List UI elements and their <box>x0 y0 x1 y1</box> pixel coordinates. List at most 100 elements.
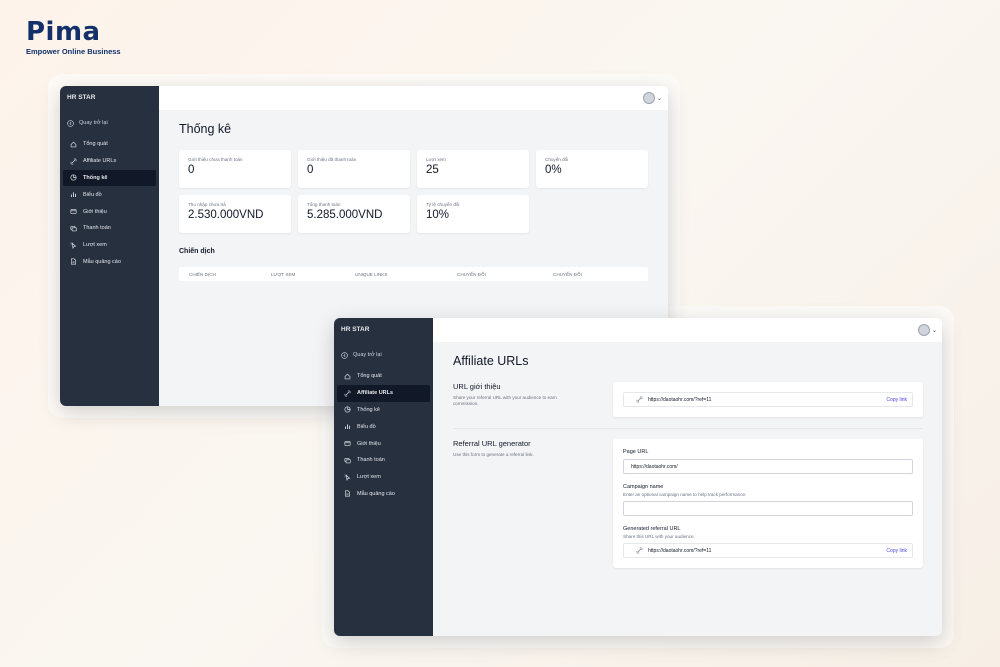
column-header[interactable]: LƯỢT XEM <box>271 272 355 277</box>
stat-card: Tổng thanh toán 5.285.000VND <box>298 195 410 233</box>
page-url-input[interactable]: https://daotaohr.com/ <box>623 459 913 474</box>
document-icon <box>70 258 77 265</box>
payment-icon <box>344 457 351 464</box>
back-arrow-icon <box>67 119 74 127</box>
sidebar-item-label: Lượt xem <box>357 474 381 481</box>
chevron-down-icon[interactable]: ⌄ <box>657 95 662 102</box>
back-link-label: Quay trở lại <box>353 352 382 358</box>
sidebar-item-ad-templates[interactable]: Mẫu quảng cáo <box>63 254 156 271</box>
campaign-title: Chiến dịch <box>179 248 215 255</box>
stat-value: 5.285.000VND <box>307 209 383 221</box>
link-icon <box>636 547 643 554</box>
user-avatar[interactable] <box>642 92 655 104</box>
sidebar-item-affiliate-urls[interactable]: Affiliate URLs <box>337 384 430 402</box>
page-url-label: Page URL <box>623 449 649 455</box>
back-link[interactable]: Quay trở lại <box>60 114 159 132</box>
sidebar-item-label: Giới thiệu <box>357 440 381 447</box>
stat-card: Giới thiệu chưa thanh toán 0 <box>179 150 291 188</box>
sidebar: HR STAR Quay trở lại Tổng quát Affiliate… <box>334 318 433 636</box>
stat-card: Lượt xem 25 <box>417 150 529 188</box>
sidebar-item-payments[interactable]: Thanh toán <box>337 452 430 469</box>
sidebar-item-label: Lượt xem <box>83 242 107 249</box>
chevron-down-icon[interactable]: ⌄ <box>932 327 937 334</box>
referral-url-section: URL giới thiệu Share your referral URL w… <box>453 382 923 417</box>
sidebar-brand: HR STAR <box>341 326 370 333</box>
column-header[interactable]: CHUYỂN ĐỔI <box>553 272 633 277</box>
sidebar-item-affiliate-urls[interactable]: Affiliate URLs <box>63 153 156 170</box>
column-header[interactable]: UNIQUE LINKS <box>355 272 457 277</box>
chart-pie-icon <box>344 406 351 413</box>
sidebar-item-referrals[interactable]: Giới thiệu <box>337 435 430 452</box>
back-link[interactable]: Quay trở lại <box>334 346 433 364</box>
column-header[interactable]: CHUYỂN ĐỔI <box>457 272 553 277</box>
pima-logo: Pima Empower Online Business <box>26 18 136 62</box>
payment-icon <box>70 225 77 232</box>
sidebar-item-label: Thanh toán <box>83 225 111 232</box>
referral-url-text: https://daotaohr.com/?ref=11 <box>648 396 712 403</box>
sidebar-item-overview[interactable]: Tổng quát <box>337 368 430 385</box>
cursor-icon <box>344 474 351 481</box>
sidebar-item-charts[interactable]: Biểu đồ <box>63 186 156 203</box>
stat-label: Chuyển đổi <box>545 157 569 162</box>
sidebar-item-label: Thống kê <box>357 406 380 413</box>
stat-value: 0% <box>545 164 562 176</box>
user-avatar[interactable] <box>917 324 930 336</box>
sidebar-nav: Tổng quát Affiliate URLs Thống kê Biểu đ… <box>334 368 433 502</box>
sidebar-item-overview[interactable]: Tổng quát <box>63 136 156 153</box>
generated-url-text: https://daotaohr.com/?ref=11 <box>648 547 712 554</box>
stat-label: Thu nhập chưa trả <box>188 202 226 207</box>
sidebar-item-payments[interactable]: Thanh toán <box>63 220 156 237</box>
stats-row: Thu nhập chưa trả 2.530.000VND Tổng thanh… <box>179 195 648 233</box>
sidebar-item-referrals[interactable]: Giới thiệu <box>63 203 156 220</box>
stat-value: 25 <box>426 164 439 176</box>
sidebar-item-label: Tổng quát <box>83 141 108 148</box>
section-title: Referral URL generator <box>453 439 531 448</box>
section-description: Share your referral URL with your audien… <box>453 395 557 406</box>
card-icon <box>70 208 77 215</box>
bar-chart-icon <box>70 191 77 198</box>
sidebar-item-charts[interactable]: Biểu đồ <box>337 418 430 435</box>
sidebar-item-label: Affiliate URLs <box>83 158 117 165</box>
campaign-name-input[interactable] <box>623 501 913 516</box>
stat-value: 0 <box>188 164 195 176</box>
generator-card: Page URL https://daotaohr.com/ Campaign … <box>613 439 923 568</box>
sidebar-item-ad-templates[interactable]: Mẫu quảng cáo <box>337 486 430 503</box>
stat-value: 2.530.000VND <box>188 209 264 221</box>
link-icon <box>636 396 643 403</box>
sidebar-item-statistics[interactable]: Thống kê <box>63 169 156 187</box>
copy-link-button[interactable]: Copy link <box>886 548 907 554</box>
section-intro: URL giới thiệu Share your referral URL w… <box>453 382 583 417</box>
link-icon <box>344 390 351 397</box>
sidebar-item-label: Giới thiệu <box>83 208 107 215</box>
page-title: Thống kê <box>179 122 232 136</box>
sidebar-item-views[interactable]: Lượt xem <box>337 469 430 486</box>
sidebar-item-label: Thanh toán <box>357 457 385 464</box>
cursor-icon <box>70 242 77 249</box>
copy-link-button[interactable]: Copy link <box>886 397 907 403</box>
sidebar-item-label: Mẫu quảng cáo <box>83 258 121 265</box>
sidebar-item-label: Biểu đồ <box>83 191 102 198</box>
back-link-label: Quay trở lại <box>79 120 108 126</box>
sidebar-brand: HR STAR <box>67 94 96 101</box>
section-intro: Referral URL generator Use this form to … <box>453 439 583 568</box>
affiliate-urls-window: HR STAR Quay trở lại Tổng quát Affiliate… <box>334 318 942 636</box>
sidebar-item-label: Thống kê <box>83 174 108 181</box>
logo-wordmark: Pima <box>26 17 101 47</box>
main-area: ⌄ Affiliate URLs URL giới thiệu Share yo… <box>433 318 942 636</box>
campaign-name-hint: Enter an optional campaign name to help … <box>623 492 747 497</box>
sidebar-item-label: Affiliate URLs <box>357 390 394 397</box>
stat-label: Tổng thanh toán <box>307 202 341 207</box>
stat-value: 0 <box>307 164 314 176</box>
sidebar-item-views[interactable]: Lượt xem <box>63 237 156 254</box>
sidebar-item-label: Mẫu quảng cáo <box>357 490 395 497</box>
stat-value: 10% <box>426 209 450 221</box>
chart-pie-icon <box>70 174 77 181</box>
sidebar-item-statistics[interactable]: Thống kê <box>337 402 430 419</box>
affiliate-content: Affiliate URLs URL giới thiệu Share your… <box>433 342 942 636</box>
campaign-table-header: CHIẾN DỊCH LƯỢT XEM UNIQUE LINKS CHUYỂN … <box>179 267 648 281</box>
sidebar-nav: Tổng quát Affiliate URLs Thống kê Biểu đ… <box>60 136 159 270</box>
section-divider <box>453 428 923 429</box>
stat-label: Giới thiệu đã thanh toán <box>307 157 357 162</box>
link-icon <box>70 158 77 165</box>
column-header[interactable]: CHIẾN DỊCH <box>179 272 271 277</box>
